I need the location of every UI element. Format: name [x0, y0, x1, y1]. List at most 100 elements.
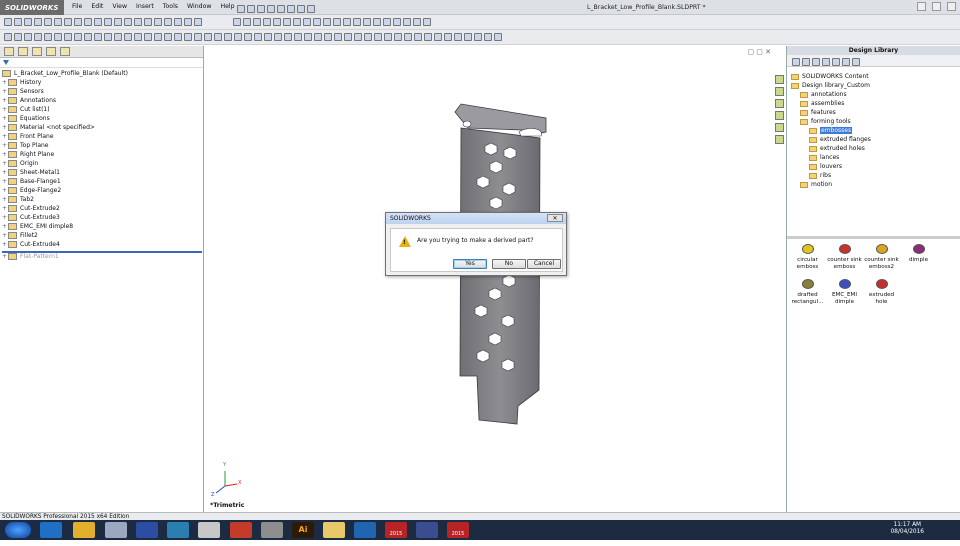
toolbar-icon[interactable] — [134, 33, 142, 41]
toolbar-icon[interactable] — [414, 33, 422, 41]
toolbar-icon[interactable] — [14, 18, 22, 26]
toolbar-icon[interactable] — [354, 33, 362, 41]
minimize-icon[interactable] — [917, 2, 926, 11]
tree-item[interactable]: + Fillet2 — [2, 231, 203, 240]
toolbar-icon[interactable] — [204, 33, 212, 41]
library-folder[interactable]: extruded holes — [791, 144, 957, 153]
tree-item[interactable]: + Top Plane — [2, 141, 203, 150]
toolbar-icon[interactable] — [64, 33, 72, 41]
library-item[interactable]: counter sink emboss — [826, 244, 863, 271]
toolbar-icon[interactable] — [34, 33, 42, 41]
toolbar-icon[interactable] — [454, 33, 462, 41]
toolbar-icon[interactable] — [184, 33, 192, 41]
toolbar-icon[interactable] — [423, 18, 431, 26]
toolbar-icon[interactable] — [324, 33, 332, 41]
toolbar-icon[interactable] — [164, 33, 172, 41]
tree-item[interactable]: + Annotations — [2, 96, 203, 105]
new-folder-icon[interactable] — [832, 58, 840, 66]
toolbar-icon[interactable] — [313, 18, 321, 26]
toolbar-icon[interactable] — [244, 33, 252, 41]
toolbar-icon[interactable] — [144, 18, 152, 26]
toolbar-icon[interactable] — [94, 18, 102, 26]
toolbar-icon[interactable] — [333, 18, 341, 26]
toolbar-icon[interactable] — [44, 33, 52, 41]
tree-item[interactable]: + Right Plane — [2, 150, 203, 159]
tree-item[interactable]: + Sensors — [2, 87, 203, 96]
toolbar-icon[interactable] — [393, 18, 401, 26]
back-icon[interactable] — [792, 58, 800, 66]
toolbar-icon[interactable] — [344, 33, 352, 41]
tree-item[interactable]: + Cut list(1) — [2, 105, 203, 114]
library-folder[interactable]: annotations — [791, 90, 957, 99]
toolbar-icon[interactable] — [303, 18, 311, 26]
toolbar-icon[interactable] — [104, 18, 112, 26]
toolbar-icon[interactable] — [154, 33, 162, 41]
toolbar-icon[interactable] — [84, 18, 92, 26]
toolbar-icon[interactable] — [464, 33, 472, 41]
tree-item[interactable]: + History — [2, 78, 203, 87]
toolbar-icon[interactable] — [413, 18, 421, 26]
ie-icon[interactable] — [40, 522, 62, 538]
display-tab-icon[interactable] — [60, 47, 70, 56]
library-item[interactable]: dimple — [900, 244, 937, 271]
menu-edit[interactable]: Edit — [91, 3, 103, 10]
feature-tree-tab-icon[interactable] — [4, 47, 14, 56]
toolbar-icon[interactable] — [154, 18, 162, 26]
pane-splitter[interactable] — [787, 236, 960, 239]
toolbar-icon[interactable] — [254, 33, 262, 41]
toolbar-icon[interactable] — [274, 33, 282, 41]
tree-item[interactable]: + Cut-Extrude3 — [2, 213, 203, 222]
toolbar-icon[interactable] — [284, 33, 292, 41]
dimxpert-tab-icon[interactable] — [46, 47, 56, 56]
tree-item[interactable]: + Material <not specified> — [2, 123, 203, 132]
library-folder[interactable]: lances — [791, 153, 957, 162]
app-icon[interactable] — [230, 522, 252, 538]
library-folder[interactable]: forming tools — [791, 117, 957, 126]
toolbar-icon[interactable] — [124, 18, 132, 26]
tree-root[interactable]: L_Bracket_Low_Profile_Blank (Default) — [2, 69, 203, 78]
library-item[interactable]: drafted rectangul... — [789, 279, 826, 306]
toolbar-icon[interactable] — [294, 33, 302, 41]
property-tab-icon[interactable] — [18, 47, 28, 56]
menu-view[interactable]: View — [112, 3, 127, 10]
design-library-tab-icon[interactable] — [775, 87, 784, 96]
graphics-viewport[interactable]: ▢ ▢ ✕ Y X Z *Trimetric — [205, 46, 785, 512]
toolbar-icon[interactable] — [224, 33, 232, 41]
toolbar-icon[interactable] — [404, 33, 412, 41]
toolbar-icon[interactable] — [243, 18, 251, 26]
refresh-icon[interactable] — [842, 58, 850, 66]
tree-item[interactable]: + Edge-Flange2 — [2, 186, 203, 195]
toolbar-icon[interactable] — [114, 18, 122, 26]
yes-button[interactable]: Yes — [453, 259, 487, 269]
tree-item[interactable]: + Equations — [2, 114, 203, 123]
toolbar-icon[interactable] — [334, 33, 342, 41]
tree-item[interactable]: + Cut-Extrude2 — [2, 204, 203, 213]
toolbar-icon[interactable] — [84, 33, 92, 41]
app-icon[interactable] — [105, 522, 127, 538]
toolbar-icon[interactable] — [363, 18, 371, 26]
toolbar-icon[interactable] — [104, 33, 112, 41]
library-item[interactable]: counter sink emboss2 — [863, 244, 900, 271]
open-icon[interactable] — [247, 5, 255, 13]
toolbar-icon[interactable] — [174, 33, 182, 41]
toolbar-icon[interactable] — [383, 18, 391, 26]
library-folder[interactable]: embosses — [791, 126, 957, 135]
menu-help[interactable]: Help — [220, 3, 234, 10]
up-icon[interactable] — [852, 58, 860, 66]
toolbar-icon[interactable] — [74, 33, 82, 41]
tree-item[interactable]: + Base-Flange1 — [2, 177, 203, 186]
toolbar-icon[interactable] — [444, 33, 452, 41]
library-folder[interactable]: assemblies — [791, 99, 957, 108]
toolbar-icon[interactable] — [304, 33, 312, 41]
close-icon[interactable] — [947, 2, 956, 11]
save-icon[interactable] — [257, 5, 265, 13]
toolbar-icon[interactable] — [194, 18, 202, 26]
toolbar-icon[interactable] — [14, 33, 22, 41]
rebuild-icon[interactable] — [297, 5, 305, 13]
forward-icon[interactable] — [802, 58, 810, 66]
illustrator-icon[interactable]: Ai — [292, 522, 314, 538]
library-item[interactable]: EMC_EMI dimple — [826, 279, 863, 306]
toolbar-icon[interactable] — [323, 18, 331, 26]
app-icon[interactable] — [261, 522, 283, 538]
toolbar-icon[interactable] — [373, 18, 381, 26]
